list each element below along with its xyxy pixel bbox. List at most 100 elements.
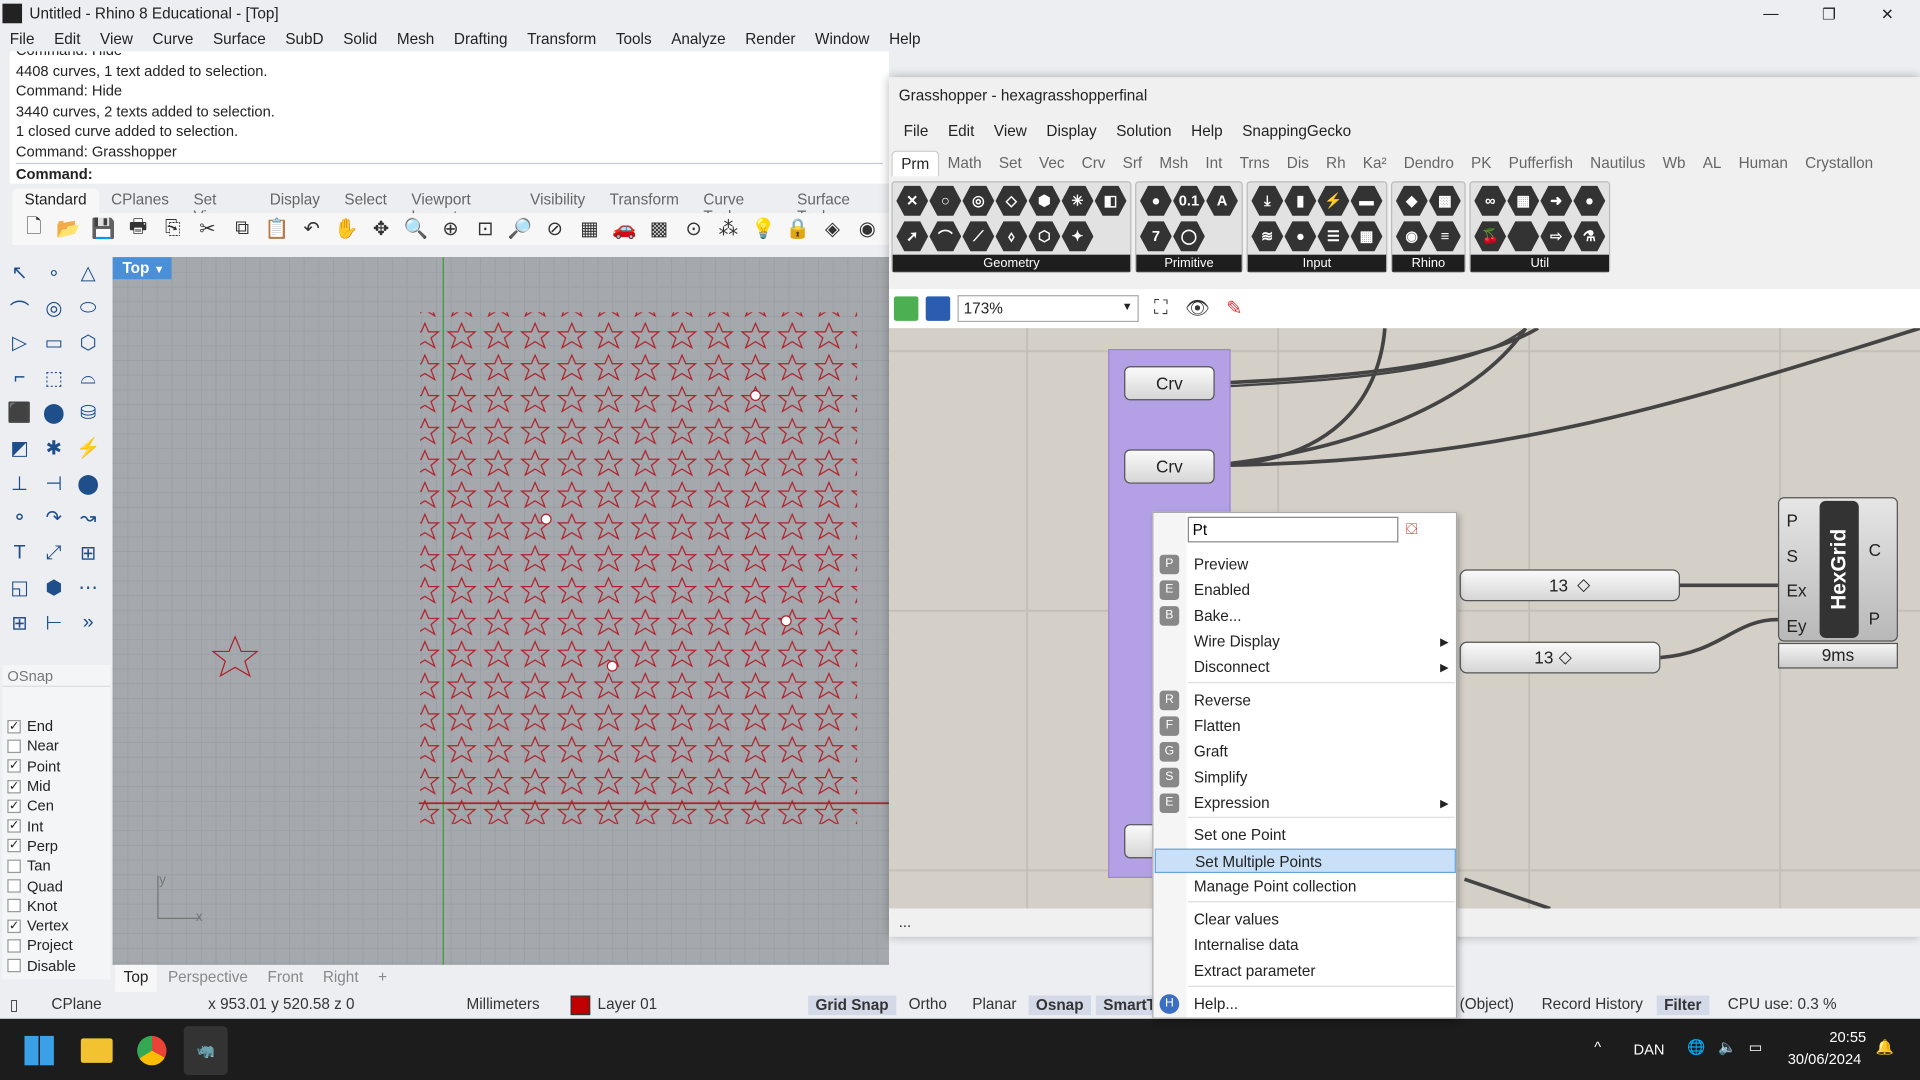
tool-icon[interactable]: ⌐	[5, 365, 34, 392]
gh-menu-item[interactable]: View	[984, 122, 1037, 139]
viewport-tab[interactable]: Perspective	[159, 965, 256, 992]
points-icon[interactable]: ⁂	[714, 216, 743, 243]
tool-icon[interactable]: ✱	[39, 435, 68, 462]
component-icon[interactable]: 🍒	[1474, 221, 1507, 252]
viewport-tab[interactable]: Front	[259, 965, 312, 992]
toolbar-tab[interactable]: Viewport Layout	[399, 189, 518, 225]
slider-handle[interactable]: ◇	[1559, 647, 1572, 668]
component-icon[interactable]: ⬢	[1028, 185, 1061, 216]
close-button[interactable]: ✕	[1881, 4, 1894, 23]
gh-tab[interactable]: Srf	[1114, 151, 1151, 177]
battery-icon[interactable]: ▭	[1749, 1038, 1763, 1055]
component-icon[interactable]: 0.1	[1173, 185, 1205, 216]
tool-icon[interactable]: ⊥	[5, 470, 34, 497]
new-file-icon[interactable]: 🗋	[20, 216, 49, 243]
cut-icon[interactable]: ✂	[193, 216, 222, 243]
tool-icon[interactable]: ⊣	[39, 470, 68, 497]
gh-tab[interactable]: Int	[1197, 151, 1231, 177]
gh-tab[interactable]: Trns	[1231, 151, 1278, 177]
osnap-cen[interactable]: ✓ Cen	[2, 796, 110, 816]
tool-icon[interactable]: △	[73, 260, 102, 287]
gh-tab[interactable]: AL	[1694, 151, 1730, 177]
export-icon[interactable]: ⎘	[158, 216, 187, 243]
gh-tab[interactable]: Rh	[1317, 151, 1354, 177]
toolbar-tab[interactable]: Select	[332, 189, 399, 213]
network-icon[interactable]: 🌐	[1687, 1038, 1705, 1055]
input-port[interactable]: Ex	[1787, 573, 1807, 608]
gh-menu-item[interactable]: SnappingGecko	[1232, 122, 1361, 139]
menu-item-bake[interactable]: B Bake...	[1155, 604, 1456, 628]
component-icon[interactable]: ⬨	[995, 221, 1028, 252]
zoom-dynamic-icon[interactable]: ⊘	[540, 216, 569, 243]
component-icon[interactable]: A	[1206, 185, 1238, 216]
tool-icon[interactable]: »	[73, 610, 102, 637]
copy-icon[interactable]: ⧉	[228, 216, 257, 243]
tool-icon[interactable]: ⬛	[5, 400, 34, 427]
checkbox[interactable]: ✓	[7, 759, 21, 773]
point[interactable]	[750, 390, 762, 402]
component-icon[interactable]: ⇨	[1540, 221, 1573, 252]
save-icon[interactable]: 💾	[89, 216, 118, 243]
zoom-level-dropdown[interactable]: 173% ▼	[957, 295, 1139, 323]
toolbar-tab[interactable]: Visibility	[518, 189, 597, 213]
component-icon[interactable]: ≡	[1428, 221, 1461, 252]
number-slider[interactable]: 13 ◇	[1459, 569, 1681, 602]
tool-icon[interactable]: ◱	[5, 575, 34, 602]
component-icon[interactable]: ▬	[1350, 185, 1383, 216]
gh-tab[interactable]: Set	[990, 151, 1030, 177]
single-star-curve[interactable]	[211, 635, 259, 678]
toolbar-tab[interactable]: Surface Tools	[785, 189, 889, 225]
menu-item-manage-point-collection[interactable]: Manage Point collection	[1155, 874, 1456, 898]
gh-tab[interactable]: Human	[1730, 151, 1796, 177]
gh-tab[interactable]: Wb	[1654, 151, 1694, 177]
tool-icon[interactable]: ∘	[39, 260, 68, 287]
menu-item-set-one-point[interactable]: Set one Point	[1155, 823, 1456, 847]
tool-icon[interactable]: ⬤	[39, 400, 68, 427]
print-icon[interactable]: 🖶	[124, 216, 153, 243]
component-icon[interactable]: ●	[1140, 185, 1172, 216]
paste-icon[interactable]: 📋	[263, 216, 292, 243]
component-icon[interactable]: ⚡	[1317, 185, 1350, 216]
component-icon[interactable]: ⤓	[1251, 185, 1284, 216]
toolbar-tab[interactable]: Display	[257, 189, 332, 213]
component-icon[interactable]: ◉	[1395, 221, 1428, 252]
layer-color-swatch[interactable]	[570, 995, 591, 1016]
component-icon[interactable]: ☰	[1317, 221, 1350, 252]
windows-start-icon[interactable]	[24, 1035, 54, 1066]
menu-solid[interactable]: Solid	[333, 31, 387, 48]
menu-edit[interactable]: Edit	[44, 31, 90, 48]
component-icon[interactable]: ≋	[1251, 221, 1284, 252]
rotate-view-icon[interactable]: ✥	[367, 216, 396, 243]
units[interactable]: Millimeters	[467, 996, 540, 1013]
component-icon[interactable]	[1507, 221, 1540, 252]
toolbar-tab[interactable]: Standard	[12, 188, 99, 214]
osnap-tan[interactable]: Tan	[2, 856, 110, 876]
viewport-label[interactable]: Top ▼	[112, 257, 172, 280]
input-port[interactable]: P	[1787, 503, 1807, 538]
gh-menu-item[interactable]: Display	[1037, 122, 1107, 139]
language-indicator[interactable]: DAN	[1633, 1041, 1664, 1058]
component-icon[interactable]: ▮	[1284, 185, 1317, 216]
osnap-near[interactable]: Near	[2, 736, 110, 756]
menu-item-set-multiple-points[interactable]: Set Multiple Points	[1154, 848, 1456, 874]
tool-icon[interactable]: ⊢	[39, 610, 68, 637]
menu-item-help[interactable]: H Help...	[1155, 992, 1456, 1016]
gh-tab[interactable]: Dendro	[1395, 151, 1462, 177]
file-explorer-icon[interactable]	[80, 1038, 113, 1063]
component-icon[interactable]: ✦	[1061, 221, 1094, 252]
component-icon[interactable]: ◎	[962, 185, 995, 216]
tool-icon[interactable]: ⚬	[5, 505, 34, 532]
gh-menu-item[interactable]: Solution	[1106, 122, 1181, 139]
menu-item-clear-values[interactable]: Clear values	[1155, 907, 1456, 931]
osnap-perp[interactable]: ✓ Perp	[2, 836, 110, 856]
point[interactable]	[606, 660, 618, 672]
component-icon[interactable]: ○	[929, 185, 962, 216]
tool-icon[interactable]: ▷	[5, 330, 34, 357]
lock-icon[interactable]: 🔒	[784, 216, 813, 243]
gh-tab[interactable]: Vec	[1030, 151, 1073, 177]
preview-eye-icon[interactable]: 👁	[1183, 295, 1212, 322]
checkbox[interactable]: ✓	[7, 779, 21, 793]
menu-analyze[interactable]: Analyze	[661, 31, 735, 48]
gh-tab[interactable]: Math	[939, 151, 990, 177]
component-icon[interactable]: ●	[1284, 221, 1317, 252]
